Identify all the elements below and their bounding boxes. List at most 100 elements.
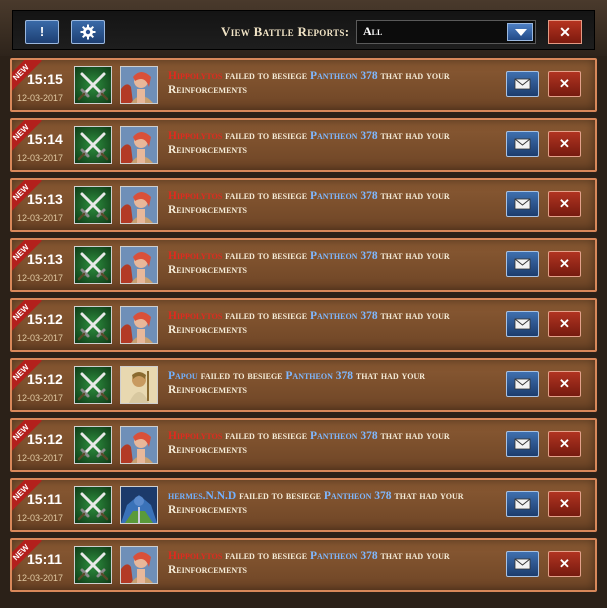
report-message: Hippolytos failed to besiege Pantheon 37… (168, 189, 498, 217)
target-name[interactable]: Pantheon 378 (310, 550, 378, 562)
attacker-name[interactable]: Papou (168, 370, 198, 382)
delete-report-button[interactable]: ✕ (548, 431, 581, 457)
chevron-down-icon[interactable] (507, 23, 533, 41)
battle-report-row[interactable]: NEW 15:13 12-03-2017 Hippolytos failed t… (10, 238, 597, 292)
gear-icon (80, 24, 96, 40)
attacker-avatar[interactable] (120, 486, 158, 524)
report-time: 15:14 (27, 131, 63, 147)
report-time: 15:12 (27, 371, 63, 387)
report-text-failed: failed to besiege (225, 430, 308, 442)
attacker-avatar[interactable] (120, 126, 158, 164)
attacker-avatar[interactable] (120, 66, 158, 104)
target-name[interactable]: Pantheon 378 (324, 490, 392, 502)
report-date: 12-03-2017 (17, 273, 64, 283)
message-button[interactable] (506, 371, 539, 397)
info-button[interactable]: ! (25, 20, 59, 44)
attacker-name[interactable]: Hippolytos (168, 130, 222, 142)
message-button[interactable] (506, 191, 539, 217)
report-message: Hippolytos failed to besiege Pantheon 37… (168, 309, 498, 337)
message-button[interactable] (506, 71, 539, 97)
delete-report-button[interactable]: ✕ (548, 71, 581, 97)
message-button[interactable] (506, 491, 539, 517)
report-time: 15:13 (27, 191, 63, 207)
report-text-failed: failed to besiege (225, 310, 308, 322)
target-name[interactable]: Pantheon 378 (310, 250, 378, 262)
report-time: 15:13 (27, 251, 63, 267)
crossed-swords-icon (74, 366, 112, 404)
delete-report-button[interactable]: ✕ (548, 551, 581, 577)
message-button[interactable] (506, 251, 539, 277)
attacker-avatar[interactable] (120, 246, 158, 284)
report-date: 12-03-2017 (17, 453, 64, 463)
envelope-icon (514, 318, 531, 330)
report-date: 12-03-2017 (17, 213, 64, 223)
report-filter-value: All (363, 24, 383, 38)
report-message: Hippolytos failed to besiege Pantheon 37… (168, 249, 498, 277)
target-name[interactable]: Pantheon 378 (310, 130, 378, 142)
battle-report-row[interactable]: NEW 15:14 12-03-2017 Hippolytos failed t… (10, 118, 597, 172)
settings-button[interactable] (71, 20, 105, 44)
attacker-avatar[interactable] (120, 366, 158, 404)
battle-report-row[interactable]: NEW 15:12 12-03-2017 Hippolytos failed t… (10, 298, 597, 352)
attacker-name[interactable]: Hippolytos (168, 310, 222, 322)
delete-report-button[interactable]: ✕ (548, 251, 581, 277)
delete-report-button[interactable]: ✕ (548, 371, 581, 397)
report-message: Hippolytos failed to besiege Pantheon 37… (168, 129, 498, 157)
crossed-swords-icon (74, 66, 112, 104)
report-message: Papou failed to besiege Pantheon 378 tha… (168, 369, 498, 397)
battle-report-row[interactable]: NEW 15:15 12-03-2017 Hippolytos failed t… (10, 58, 597, 112)
attacker-name[interactable]: Hippolytos (168, 550, 222, 562)
report-message: Hippolytos failed to besiege Pantheon 37… (168, 549, 498, 577)
report-text-failed: failed to besiege (225, 190, 308, 202)
attacker-name[interactable]: Hippolytos (168, 250, 222, 262)
crossed-swords-icon (74, 306, 112, 344)
report-date: 12-03-2017 (17, 573, 64, 583)
battle-report-row[interactable]: NEW 15:12 12-03-2017 Papou failed to bes… (10, 358, 597, 412)
view-battle-reports-label: View Battle Reports: (221, 24, 350, 39)
delete-report-button[interactable]: ✕ (548, 491, 581, 517)
attacker-avatar[interactable] (120, 546, 158, 584)
report-message: Hippolytos failed to besiege Pantheon 37… (168, 429, 498, 457)
close-button[interactable]: ✕ (548, 20, 582, 44)
battle-report-row[interactable]: NEW 15:11 12-03-2017 hermes.N.N.D failed… (10, 478, 597, 532)
target-name[interactable]: Pantheon 378 (310, 430, 378, 442)
report-text-failed: failed to besiege (225, 250, 308, 262)
attacker-name[interactable]: hermes.N.N.D (168, 490, 236, 502)
battle-report-row[interactable]: NEW 15:12 12-03-2017 Hippolytos failed t… (10, 418, 597, 472)
report-message: Hippolytos failed to besiege Pantheon 37… (168, 69, 498, 97)
report-text-failed: failed to besiege (225, 130, 308, 142)
attacker-avatar[interactable] (120, 306, 158, 344)
message-button[interactable] (506, 551, 539, 577)
battle-report-row[interactable]: NEW 15:13 12-03-2017 Hippolytos failed t… (10, 178, 597, 232)
target-name[interactable]: Pantheon 378 (310, 310, 378, 322)
delete-report-button[interactable]: ✕ (548, 131, 581, 157)
envelope-icon (514, 438, 531, 450)
report-text-failed: failed to besiege (239, 490, 322, 502)
envelope-icon (514, 498, 531, 510)
delete-report-button[interactable]: ✕ (548, 311, 581, 337)
battle-reports-header: ! View Battle Reports: All ✕ (12, 10, 595, 50)
report-date: 12-03-2017 (17, 93, 64, 103)
attacker-avatar[interactable] (120, 426, 158, 464)
target-name[interactable]: Pantheon 378 (310, 70, 378, 82)
report-time: 15:12 (27, 431, 63, 447)
report-date: 12-03-2017 (17, 333, 64, 343)
report-filter-select[interactable]: All (356, 20, 536, 44)
message-button[interactable] (506, 311, 539, 337)
attacker-avatar[interactable] (120, 186, 158, 224)
crossed-swords-icon (74, 126, 112, 164)
report-time: 15:11 (27, 551, 63, 567)
battle-report-row[interactable]: NEW 15:11 12-03-2017 Hippolytos failed t… (10, 538, 597, 592)
attacker-name[interactable]: Hippolytos (168, 430, 222, 442)
target-name[interactable]: Pantheon 378 (285, 370, 353, 382)
report-date: 12-03-2017 (17, 513, 64, 523)
delete-report-button[interactable]: ✕ (548, 191, 581, 217)
message-button[interactable] (506, 431, 539, 457)
attacker-name[interactable]: Hippolytos (168, 190, 222, 202)
crossed-swords-icon (74, 426, 112, 464)
envelope-icon (514, 198, 531, 210)
crossed-swords-icon (74, 546, 112, 584)
message-button[interactable] (506, 131, 539, 157)
target-name[interactable]: Pantheon 378 (310, 190, 378, 202)
attacker-name[interactable]: Hippolytos (168, 70, 222, 82)
